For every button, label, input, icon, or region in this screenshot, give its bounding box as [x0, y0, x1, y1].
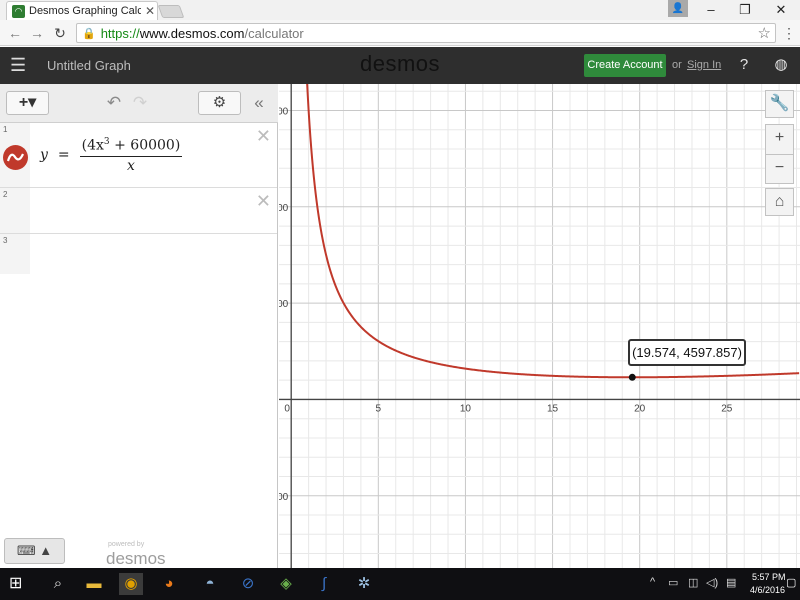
help-icon[interactable]: ? [735, 56, 753, 74]
point-coordinate-label: (19.574, 4597.857) [628, 339, 746, 366]
url-host: www.desmos.com [139, 25, 245, 41]
settings-gear-button[interactable]: ⚙ [198, 91, 241, 115]
volume-icon[interactable]: ◁) [706, 576, 718, 589]
graph-svg[interactable]: 0 5 10 15 20 25 60000 40000 20000 -20000 [279, 84, 800, 568]
notifications-icon[interactable]: ▢ [786, 576, 796, 589]
user-profile-icon[interactable]: 👤 [668, 0, 688, 17]
forward-button[interactable]: → [28, 24, 46, 42]
x-tick-label: 0 [284, 403, 290, 414]
reload-button[interactable]: ↻ [51, 24, 69, 42]
delete-expression-icon[interactable]: ✕ [256, 191, 271, 212]
network-icon[interactable]: ◫ [688, 576, 698, 589]
bookmark-star-icon[interactable]: ☆ [758, 24, 771, 42]
clock-time[interactable]: 5:57 PM [752, 572, 786, 582]
expression-number: 2 [3, 190, 8, 199]
numerator-part: (4x [81, 137, 104, 154]
app-icon[interactable]: ∫ [312, 573, 336, 595]
default-view-home-icon[interactable]: ⌂ [765, 188, 794, 216]
x-tick-label: 5 [376, 403, 382, 414]
tray-chevron-icon[interactable]: ^ [650, 576, 655, 588]
graph-settings-wrench-icon[interactable]: 🔧 [765, 90, 794, 118]
keyboard-icon[interactable]: ▤ [726, 576, 736, 589]
back-button[interactable]: ← [6, 24, 24, 42]
expression-math[interactable]: y = (4x3 + 60000) x [40, 137, 183, 174]
collapse-panel-icon[interactable]: « [248, 91, 270, 115]
windows-taskbar: ⊞ ⌕ ▬ ◉ ◕ ◓ ⊘ ◈ ∫ ✲ ^ ▭ ◫ ◁) ▤ 5:57 PM 4… [0, 568, 800, 600]
expression-gutter: 2 [0, 188, 30, 233]
restore-button[interactable]: ❐ [730, 0, 760, 20]
clock-date[interactable]: 4/6/2016 [750, 585, 785, 595]
expression-toolbar: +▾ ↶ ↷ ⚙ « [0, 84, 278, 123]
minimum-point-marker [628, 373, 636, 381]
windows-start-icon[interactable]: ⊞ [9, 575, 27, 593]
numerator-rest: + 60000) [109, 137, 181, 154]
expression-gutter: 3 [0, 234, 30, 274]
app-icon[interactable]: ⊘ [236, 573, 260, 595]
tab-title: Desmos Graphing Calculato [29, 5, 141, 17]
x-tick-label: 15 [547, 403, 559, 414]
add-expression-button[interactable]: +▾ [6, 91, 49, 115]
address-bar: ← → ↻ 🔒 https:// www.desmos.com /calcula… [0, 20, 800, 46]
firefox-icon[interactable]: ◕ [157, 573, 181, 595]
desmos-favicon-icon: ◠ [12, 4, 25, 18]
fraction-denominator: x [127, 157, 135, 174]
expression-lhs: y [40, 147, 48, 164]
expression-row-2[interactable]: 2 ✕ [0, 188, 277, 234]
new-tab-button[interactable] [157, 5, 185, 18]
y-tick-label: -20000 [279, 492, 289, 503]
y-tick-label: 40000 [279, 203, 289, 214]
undo-icon[interactable]: ↶ [104, 93, 124, 113]
zoom-in-button[interactable]: + [765, 124, 794, 154]
hamburger-menu-icon[interactable]: ☰ [10, 56, 26, 74]
url-scheme: https:// [100, 25, 140, 41]
or-text: or [672, 59, 682, 71]
url-input[interactable]: 🔒 https:// www.desmos.com /calculator ☆ [76, 23, 776, 43]
expression-fraction: (4x3 + 60000) x [79, 137, 183, 174]
desmos-logo: desmos [359, 51, 441, 76]
delete-expression-icon[interactable]: ✕ [256, 126, 271, 147]
x-tick-label: 20 [634, 403, 646, 414]
x-tick-label: 10 [460, 403, 472, 414]
create-account-button[interactable]: Create Account [584, 54, 666, 77]
expression-gutter: 1 [0, 123, 30, 187]
battery-icon[interactable]: ▭ [668, 576, 678, 589]
browser-tab[interactable]: ◠ Desmos Graphing Calculato ✕ [6, 1, 158, 20]
redo-icon: ↷ [132, 93, 148, 112]
app-icon[interactable]: ◈ [274, 573, 298, 595]
graph-title[interactable]: Untitled Graph [47, 58, 131, 73]
tab-close-icon[interactable]: ✕ [145, 4, 155, 18]
y-tick-label: 60000 [279, 106, 289, 117]
graph-canvas[interactable]: 0510152025600004000020000-20000 🔧 + − ⌂ … [279, 84, 800, 568]
powered-by-logo: desmos [106, 549, 166, 568]
x-tick-label: 25 [721, 403, 733, 414]
file-explorer-icon[interactable]: ▬ [82, 573, 106, 595]
browser-menu-icon[interactable]: ⋮ [782, 23, 796, 43]
expression-row-3[interactable]: 3 [0, 234, 277, 274]
curve-visibility-icon[interactable] [3, 145, 28, 170]
url-path: /calculator [244, 25, 304, 41]
app-icon[interactable]: ✲ [352, 573, 376, 595]
powered-by-text: powered by [108, 541, 145, 548]
expression-row-1[interactable]: 1 y = (4x3 + 60000) x ✕ [0, 123, 277, 188]
desmos-header: ☰ Untitled Graph desmos Create Account o… [0, 47, 800, 84]
close-window-button[interactable]: ✕ [766, 0, 796, 20]
y-tick-label: 20000 [279, 299, 289, 310]
expression-panel: +▾ ↶ ↷ ⚙ « 1 y = (4x3 + 60000) x ✕ 2 ✕ 3… [0, 84, 278, 568]
fraction-numerator: (4x3 + 60000) [79, 137, 183, 157]
search-icon[interactable]: ⌕ [46, 573, 70, 595]
keypad-toggle-button[interactable]: ⌨ ▲ [4, 538, 65, 564]
expression-equals: = [57, 147, 70, 164]
browser-titlebar: ◠ Desmos Graphing Calculato ✕ 👤 – ❐ ✕ [0, 0, 800, 20]
chrome-icon[interactable]: ◉ [119, 573, 143, 595]
expression-number: 3 [3, 236, 8, 245]
sign-in-link[interactable]: Sign In [687, 59, 721, 71]
expression-number: 1 [3, 125, 8, 134]
minimize-button[interactable]: – [696, 0, 726, 20]
app-icon[interactable]: ◓ [198, 573, 222, 595]
zoom-out-button[interactable]: − [765, 154, 794, 184]
lock-icon: 🔒 [82, 27, 96, 40]
language-globe-icon[interactable]: ◍ [772, 56, 790, 74]
